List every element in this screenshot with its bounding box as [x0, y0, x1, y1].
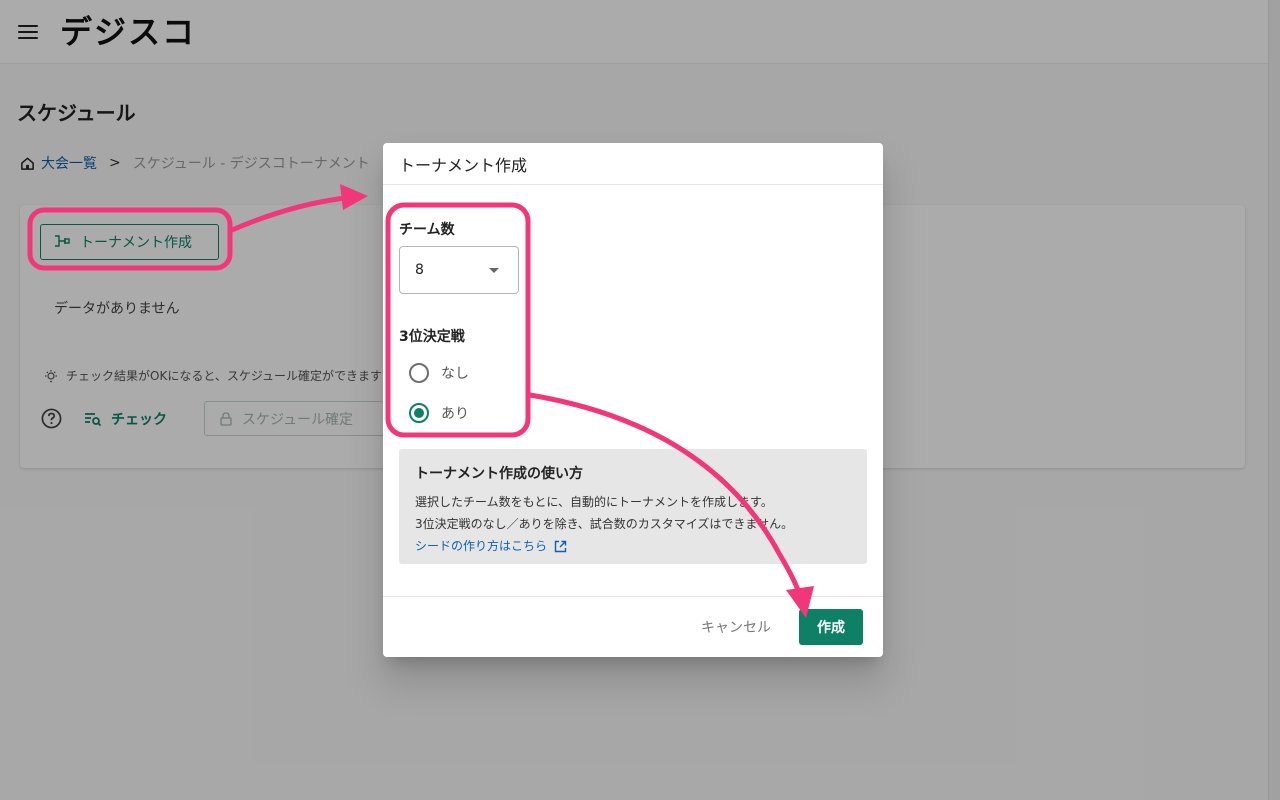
seed-help-link[interactable]: シードの作り方はこちら — [415, 535, 851, 557]
third-place-label: 3位決定戦 — [399, 329, 465, 345]
radio-label-yes: あり — [441, 406, 469, 422]
radio-button[interactable] — [409, 363, 429, 383]
caret-down-icon — [489, 268, 499, 273]
create-button[interactable]: 作成 — [799, 609, 863, 645]
create-tournament-dialog: トーナメント作成 チーム数 8 3位決定戦 なし あり トーナメント作成の使い方… — [383, 143, 883, 657]
cancel-button[interactable]: キャンセル — [701, 617, 771, 637]
team-count-label: チーム数 — [399, 222, 455, 238]
dialog-footer: キャンセル 作成 — [383, 596, 883, 657]
radio-option-yes[interactable]: あり — [409, 403, 469, 423]
dialog-header: トーナメント作成 — [383, 143, 883, 185]
team-count-value: 8 — [415, 262, 424, 278]
radio-button-checked[interactable] — [409, 403, 429, 423]
seed-help-link-text: シードの作り方はこちら — [415, 539, 548, 553]
external-link-icon — [554, 540, 567, 552]
info-line-2: 3位決定戦のなし／ありを除き、試合数のカスタマイズはできません。 — [415, 517, 794, 531]
dialog-title: トーナメント作成 — [399, 155, 528, 175]
info-line-1: 選択したチーム数をもとに、自動的にトーナメントを作成します。 — [415, 495, 773, 509]
radio-option-none[interactable]: なし — [409, 363, 469, 383]
usage-info-box: トーナメント作成の使い方 選択したチーム数をもとに、自動的にトーナメントを作成し… — [399, 449, 867, 564]
radio-label-none: なし — [441, 366, 469, 382]
team-count-select[interactable]: 8 — [399, 246, 519, 294]
info-title: トーナメント作成の使い方 — [415, 466, 583, 482]
